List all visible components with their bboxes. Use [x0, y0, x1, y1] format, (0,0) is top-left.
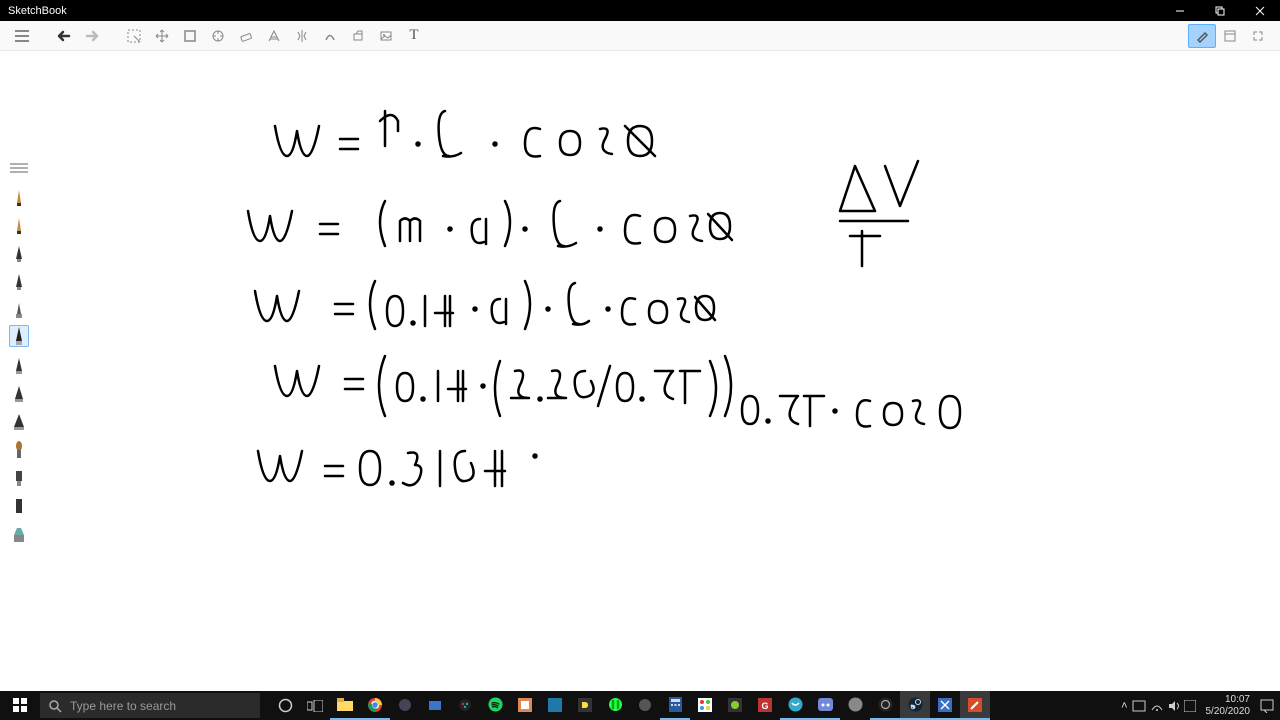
tray-network-icon[interactable] [1150, 700, 1164, 712]
symmetry-tool-icon[interactable] [288, 24, 316, 48]
file-explorer-icon[interactable] [330, 691, 360, 720]
tray-chevron-icon[interactable]: ˄ [1121, 700, 1127, 712]
taskbar-app-1[interactable] [390, 691, 420, 720]
ruler-tool-icon[interactable] [204, 24, 232, 48]
start-button[interactable] [0, 691, 40, 720]
windows-taskbar: Type here to search G ˄ 10:07 5/20/2020 [0, 691, 1280, 720]
visual-studio-icon[interactable] [930, 691, 960, 720]
taskbar-clock[interactable]: 10:07 5/20/2020 [1200, 694, 1257, 718]
steam-icon[interactable] [900, 691, 930, 720]
taskbar-app-6[interactable] [570, 691, 600, 720]
chrome-icon[interactable] [360, 691, 390, 720]
clock-time: 10:07 [1206, 694, 1251, 706]
taskbar-app-12[interactable] [780, 691, 810, 720]
taskbar-app-10[interactable] [720, 691, 750, 720]
taskbar-app-13[interactable] [840, 691, 870, 720]
canvas-ink [0, 51, 1280, 691]
search-icon [48, 699, 62, 713]
undo-button[interactable] [50, 24, 78, 48]
crop-tool-icon[interactable] [176, 24, 204, 48]
image-tool-icon[interactable] [372, 24, 400, 48]
draw-mode-button[interactable] [1188, 24, 1216, 48]
cortana-icon[interactable] [270, 691, 300, 720]
obs-icon[interactable] [870, 691, 900, 720]
layout-mode-button[interactable] [1216, 24, 1244, 48]
search-placeholder: Type here to search [70, 699, 176, 713]
selection-tool-icon[interactable] [120, 24, 148, 48]
shape-tool-icon[interactable] [344, 24, 372, 48]
taskbar-search[interactable]: Type here to search [40, 693, 260, 718]
taskbar-app-4[interactable] [510, 691, 540, 720]
taskbar-app-11[interactable]: G [750, 691, 780, 720]
tray-icon-1[interactable] [1132, 700, 1146, 712]
eraser-tool-icon[interactable] [232, 24, 260, 48]
redo-button[interactable] [78, 24, 106, 48]
system-tray[interactable]: ˄ 10:07 5/20/2020 [1115, 691, 1280, 720]
taskbar-app-9[interactable] [690, 691, 720, 720]
title-bar: SketchBook [0, 0, 1280, 21]
tray-language-icon[interactable] [1184, 700, 1196, 712]
taskbar-app-8[interactable] [630, 691, 660, 720]
taskbar-app-7[interactable] [600, 691, 630, 720]
perspective-tool-icon[interactable] [260, 24, 288, 48]
clock-date: 5/20/2020 [1206, 706, 1251, 718]
taskbar-app-5[interactable] [540, 691, 570, 720]
taskbar-app-2[interactable] [420, 691, 450, 720]
tray-volume-icon[interactable] [1168, 700, 1180, 712]
spotify-icon[interactable] [480, 691, 510, 720]
minimize-button[interactable] [1160, 0, 1200, 21]
discord-icon[interactable] [810, 691, 840, 720]
main-toolbar: T [0, 21, 1280, 51]
calculator-icon[interactable] [660, 691, 690, 720]
menu-icon[interactable] [8, 24, 36, 48]
text-tool-icon[interactable]: T [400, 24, 428, 48]
canvas-area[interactable]: W = f · d · cosθ W = (m · a) · d · cosθ … [0, 51, 1280, 691]
taskbar-app-3[interactable] [450, 691, 480, 720]
window-title: SketchBook [8, 5, 1160, 17]
task-view-icon[interactable] [300, 691, 330, 720]
notification-center-icon[interactable] [1260, 699, 1274, 713]
svg-text:G: G [761, 701, 768, 711]
maximize-button[interactable] [1200, 0, 1240, 21]
close-button[interactable] [1240, 0, 1280, 21]
stroke-tool-icon[interactable] [316, 24, 344, 48]
sketchbook-taskbar-icon[interactable] [960, 691, 990, 720]
move-tool-icon[interactable] [148, 24, 176, 48]
fullscreen-button[interactable] [1244, 24, 1272, 48]
